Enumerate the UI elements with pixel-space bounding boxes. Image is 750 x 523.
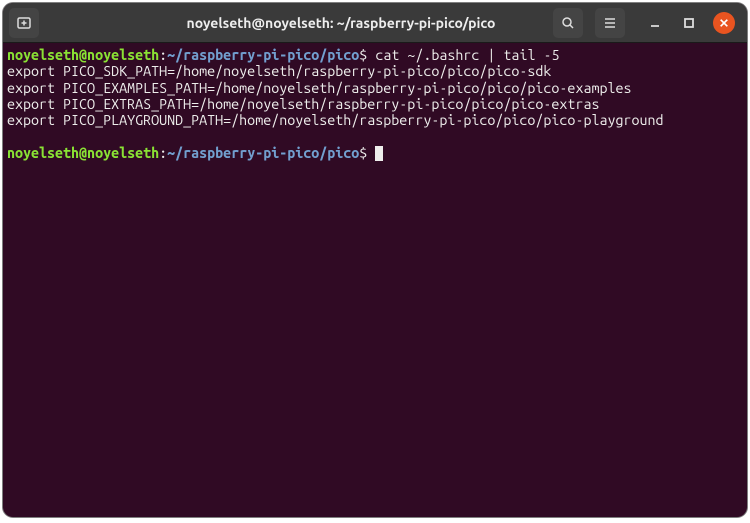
- close-icon: [719, 18, 729, 28]
- maximize-button[interactable]: [679, 13, 699, 33]
- prompt-line-1: noyelseth@noyelseth:~/raspberry-pi-pico/…: [7, 47, 743, 63]
- titlebar-left: [9, 8, 129, 38]
- menu-button[interactable]: [595, 8, 625, 38]
- prompt-userhost: noyelseth@noyelseth: [7, 47, 159, 63]
- prompt-colon: :: [159, 145, 167, 161]
- titlebar: noyelseth@noyelseth: ~/raspberry-pi-pico…: [3, 3, 747, 43]
- new-tab-button[interactable]: [9, 8, 39, 38]
- output-line: export PICO_EXAMPLES_PATH=/home/noyelset…: [7, 80, 743, 96]
- output-line: export PICO_SDK_PATH=/home/noyelseth/ras…: [7, 63, 743, 79]
- titlebar-right: [553, 8, 741, 38]
- window-title: noyelseth@noyelseth: ~/raspberry-pi-pico…: [129, 15, 553, 31]
- terminal-window: noyelseth@noyelseth: ~/raspberry-pi-pico…: [3, 3, 747, 517]
- close-button[interactable]: [713, 12, 735, 34]
- search-icon: [560, 15, 576, 31]
- blank-line: [7, 128, 743, 144]
- prompt-line-2: noyelseth@noyelseth:~/raspberry-pi-pico/…: [7, 145, 743, 161]
- prompt-colon: :: [159, 47, 167, 63]
- prompt-userhost: noyelseth@noyelseth: [7, 145, 159, 161]
- prompt-path: ~/raspberry-pi-pico/pico: [167, 145, 359, 161]
- window-controls: [645, 12, 735, 34]
- command-text: cat ~/.bashrc | tail -5: [375, 47, 559, 63]
- minimize-button[interactable]: [645, 13, 665, 33]
- cursor: [375, 146, 383, 161]
- prompt-path: ~/raspberry-pi-pico/pico: [167, 47, 359, 63]
- minimize-icon: [649, 17, 661, 29]
- terminal-content[interactable]: noyelseth@noyelseth:~/raspberry-pi-pico/…: [3, 43, 747, 517]
- new-tab-icon: [16, 15, 32, 31]
- search-button[interactable]: [553, 8, 583, 38]
- output-line: export PICO_PLAYGROUND_PATH=/home/noyels…: [7, 112, 743, 128]
- hamburger-icon: [602, 15, 618, 31]
- maximize-icon: [683, 17, 695, 29]
- output-line: export PICO_EXTRAS_PATH=/home/noyelseth/…: [7, 96, 743, 112]
